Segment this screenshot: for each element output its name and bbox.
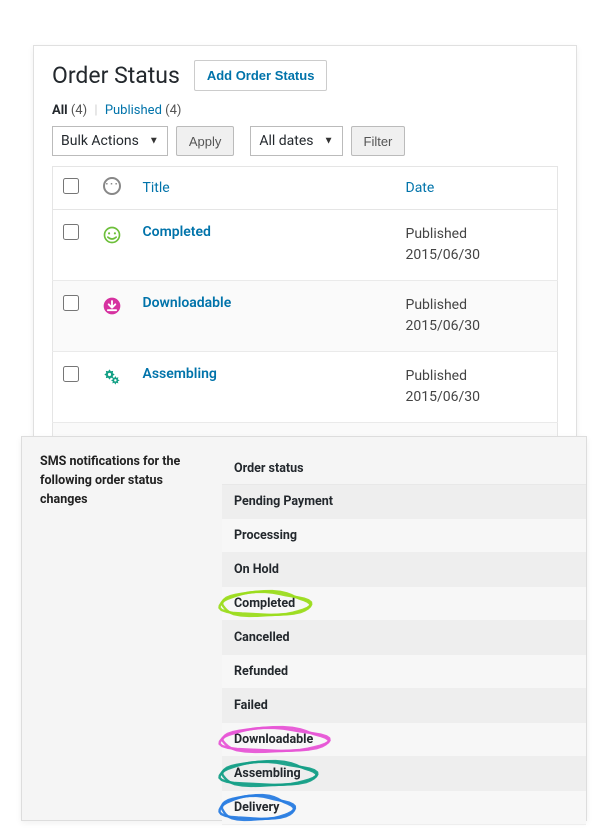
table-row: Assembling Published2015/06/30 (53, 352, 558, 423)
select-all-checkbox[interactable] (63, 178, 79, 194)
status-row: Delivery (222, 791, 586, 825)
table-row: Completed Published2015/06/30 (53, 210, 558, 281)
status-row: Completed (222, 587, 586, 621)
date-cell: Published2015/06/30 (398, 210, 558, 281)
face-icon (101, 224, 123, 246)
status-row: Cancelled (222, 621, 586, 655)
filter-links: All (4) | Published (4) (52, 103, 558, 118)
status-title-link[interactable]: Downloadable (143, 295, 232, 311)
row-checkbox[interactable] (63, 295, 79, 311)
down-icon (101, 295, 123, 317)
filter-bar: Bulk Actions ▼ Apply All dates ▼ Filter (52, 126, 558, 156)
add-order-status-button[interactable]: Add Order Status (194, 60, 328, 91)
status-row: Pending Payment (222, 485, 586, 519)
date-cell: Published2015/06/30 (398, 352, 558, 423)
icon-column-header (103, 177, 121, 195)
status-title-link[interactable]: Assembling (143, 366, 217, 382)
chevron-down-icon: ▼ (149, 136, 159, 147)
filter-all-count: (4) (71, 103, 87, 118)
filter-button[interactable]: Filter (351, 126, 406, 156)
status-list-table: Order status Pending PaymentProcessingOn… (222, 453, 586, 825)
row-checkbox[interactable] (63, 366, 79, 382)
filter-all[interactable]: All (52, 103, 68, 118)
row-checkbox[interactable] (63, 224, 79, 240)
table-row: Downloadable Published2015/06/30 (53, 281, 558, 352)
chevron-down-icon: ▼ (324, 136, 334, 147)
date-cell: Published2015/06/30 (398, 281, 558, 352)
page-title: Order Status (52, 62, 180, 89)
status-header: Order status (222, 453, 586, 485)
order-status-table: Title Date CompletedPublished2015/06/30D… (52, 166, 558, 440)
apply-button[interactable]: Apply (176, 126, 235, 156)
bulk-actions-select[interactable]: Bulk Actions ▼ (52, 126, 168, 156)
status-row: On Hold (222, 553, 586, 587)
sms-notifications-panel: SMS notifications for the following orde… (21, 436, 587, 821)
status-row: Downloadable (222, 723, 586, 757)
order-status-admin-panel: Order Status Add Order Status All (4) | … (33, 45, 577, 440)
status-row: Assembling (222, 757, 586, 791)
column-title[interactable]: Title (135, 167, 398, 210)
sms-label: SMS notifications for the following orde… (40, 453, 204, 509)
column-date[interactable]: Date (398, 167, 558, 210)
filter-published[interactable]: Published (105, 103, 162, 118)
status-row: Failed (222, 689, 586, 723)
status-row: Refunded (222, 655, 586, 689)
status-title-link[interactable]: Completed (143, 224, 211, 240)
filter-published-count: (4) (165, 103, 181, 118)
dates-select[interactable]: All dates ▼ (250, 126, 342, 156)
status-row: Processing (222, 519, 586, 553)
gears-icon (101, 366, 123, 388)
